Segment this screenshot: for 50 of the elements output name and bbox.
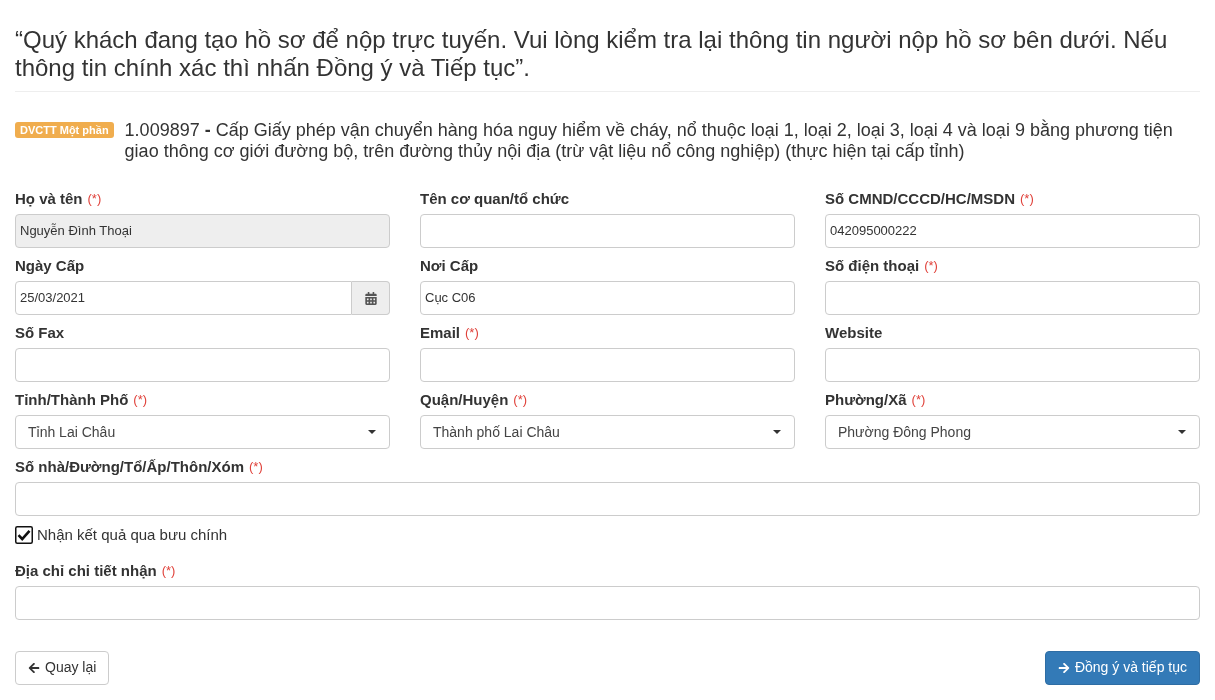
checkbox-label: Nhận kết quả qua bưu chính: [37, 525, 228, 545]
calendar-button[interactable]: [352, 281, 390, 315]
text-field[interactable]: [825, 281, 1200, 315]
field-label: Email: [420, 323, 461, 343]
text-field[interactable]: Cục C06: [420, 281, 795, 315]
text-field[interactable]: [15, 482, 1200, 516]
date-field[interactable]: 25/03/2021: [15, 281, 352, 315]
field-label: Ngày Cấp: [15, 256, 85, 276]
text-field[interactable]: [420, 214, 795, 248]
caret-icon: [773, 430, 781, 434]
field-label: Số nhà/Đường/Tổ/Ấp/Thôn/Xóm: [15, 457, 244, 477]
page-heading: “Quý khách đang tạo hồ sơ để nộp trực tuyến. Vui lòng kiểm tra lại thông tin người nộp hồ sơ bên dưới. Nếu thông tin chính xác thì nhấn Đồng ý và Tiếp tục”.: [15, 26, 1169, 82]
dropdown[interactable]: Phường Đông Phong: [825, 415, 1200, 449]
field-label: Nơi Cấp: [420, 256, 479, 276]
status-badge: DVCTT Một phần: [15, 122, 114, 138]
field-label: Họ và tên: [15, 189, 83, 209]
checkbox[interactable]: [15, 526, 33, 545]
text-field[interactable]: [420, 348, 795, 382]
required-mark: (*): [133, 391, 148, 409]
required-mark: (*): [161, 561, 176, 580]
required-mark: (*): [924, 257, 938, 275]
field-label: Quận/Huyện: [420, 390, 509, 410]
procedure-title: 1.009897 - Cấp Giấy phép vận chuyển hàng hóa nguy hiểm về cháy, nổ thuộc loại 1, loại 2, loại 3, loại 4 và loại 9 bằng phương tiện giao thông cơ giới đường bộ, trên đường thủy nội địa (trừ vật liệu nổ công nghiệp) (thực hiện tại cấp tỉnh): [124, 120, 1174, 162]
required-mark: (*): [249, 458, 263, 476]
required-mark: (*): [1020, 190, 1034, 208]
field-label: Số CMND/CCCD/HC/MSDN: [825, 189, 1015, 209]
field-label: Phường/Xã: [825, 390, 907, 410]
field-label: Số Fax: [15, 323, 65, 343]
text-field[interactable]: [15, 348, 390, 382]
continue-button[interactable]: Đồng ý và tiếp tục: [1044, 650, 1200, 685]
text-field[interactable]: [15, 585, 1200, 620]
dropdown[interactable]: Tỉnh Lai Châu: [15, 415, 390, 449]
required-mark: (*): [911, 391, 926, 409]
text-field[interactable]: [825, 348, 1200, 382]
field-label: Tên cơ quan/tổ chức: [420, 189, 570, 209]
field-label: Tỉnh/Thành Phố: [15, 390, 129, 410]
dropdown[interactable]: Thành phố Lai Châu: [420, 415, 795, 449]
required-mark: (*): [465, 324, 479, 342]
field-label: Địa chỉ chi tiết nhận: [15, 560, 157, 581]
field-label: Website: [825, 323, 883, 343]
back-button[interactable]: Quay lại: [15, 650, 110, 685]
calendar-icon: [364, 291, 377, 305]
required-mark: (*): [87, 190, 102, 208]
caret-icon: [1178, 430, 1186, 434]
text-field[interactable]: 042095000222: [825, 214, 1200, 248]
arrow-right-icon: [1057, 661, 1070, 674]
arrow-left-icon: [28, 661, 40, 674]
field-label: Số điện thoại: [825, 256, 920, 276]
required-mark: (*): [513, 391, 528, 409]
caret-icon: [368, 430, 376, 434]
